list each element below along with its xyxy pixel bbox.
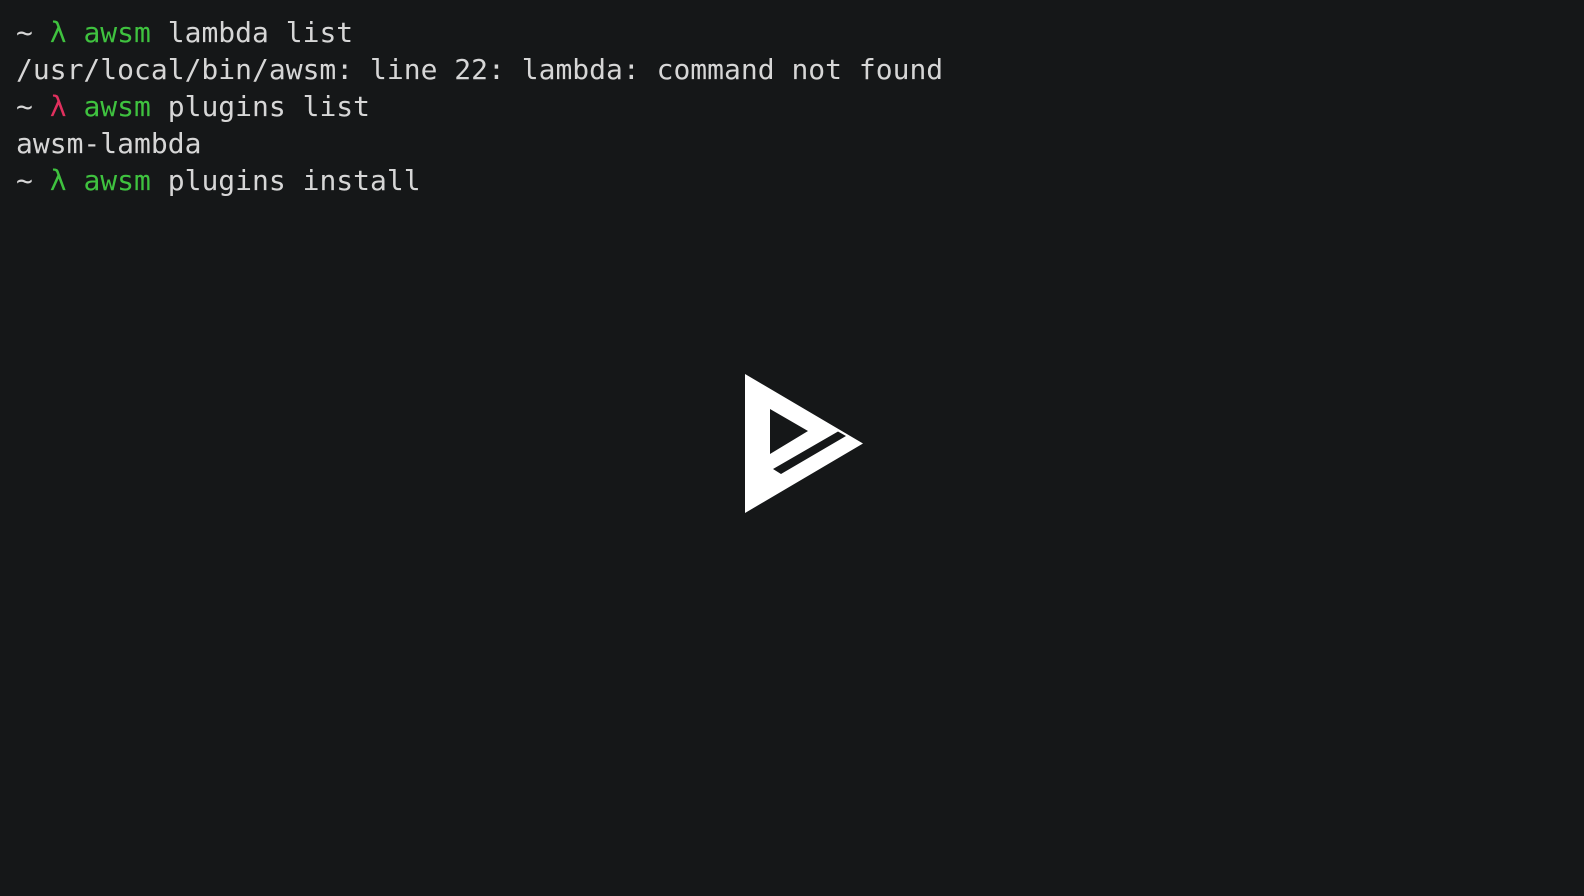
play-triangle-terminal-icon: [745, 374, 863, 513]
line-0-segment-2: [67, 16, 84, 49]
terminal-screen[interactable]: ~ λ awsm lambda list/usr/local/bin/awsm:…: [0, 0, 1584, 896]
line-2-segment-3: awsm: [83, 90, 151, 123]
line-3-segment-0: awsm-lambda: [16, 127, 202, 160]
line-4-segment-2: [67, 164, 84, 197]
command-line-1: ~ λ awsm lambda list: [16, 14, 1568, 51]
line-4-segment-0: ~: [16, 164, 50, 197]
line-0-segment-0: ~: [16, 16, 50, 49]
line-0-segment-4: lambda list: [150, 16, 354, 49]
line-4-segment-1: λ: [49, 164, 67, 197]
play-button[interactable]: [745, 374, 863, 513]
output-line-error: /usr/local/bin/awsm: line 22: lambda: co…: [16, 51, 1568, 88]
command-line-3: ~ λ awsm plugins install: [16, 162, 1568, 199]
line-2-segment-0: ~: [16, 90, 50, 123]
terminal-output: ~ λ awsm lambda list/usr/local/bin/awsm:…: [16, 14, 1568, 199]
line-2-segment-1: λ: [49, 90, 67, 123]
line-4-segment-3: awsm: [83, 164, 151, 197]
line-1-segment-0: /usr/local/bin/awsm: line 22: lambda: co…: [16, 53, 944, 86]
line-0-segment-1: λ: [49, 16, 67, 49]
line-2-segment-4: plugins list: [150, 90, 371, 123]
command-line-2: ~ λ awsm plugins list: [16, 88, 1568, 125]
line-2-segment-2: [67, 90, 84, 123]
output-line-plugin: awsm-lambda: [16, 125, 1568, 162]
line-4-segment-4: plugins install: [150, 164, 421, 197]
line-0-segment-3: awsm: [83, 16, 151, 49]
